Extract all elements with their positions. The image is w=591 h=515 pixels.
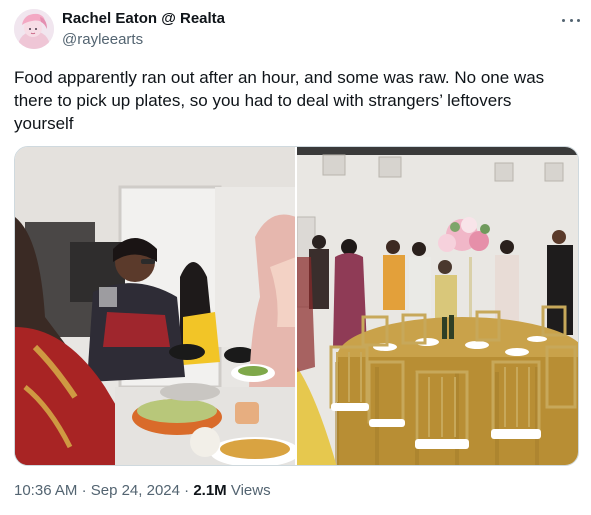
banquet-hall-photo	[297, 147, 578, 465]
media-grid	[14, 146, 579, 466]
more-options-icon[interactable]	[560, 12, 582, 28]
display-name[interactable]: Rachel Eaton @ Realta	[62, 10, 225, 27]
tweet-date: Sep 24, 2024	[90, 482, 180, 499]
avatar-illustration-icon	[14, 9, 54, 49]
meta-separator: ·	[184, 482, 190, 499]
views-count: 2.1M	[193, 482, 227, 499]
meta-separator: ·	[81, 482, 87, 499]
user-handle[interactable]: @rayleearts	[62, 31, 143, 48]
buffet-photo	[15, 147, 295, 465]
tweet: Rachel Eaton @ Realta @rayleearts Food a…	[0, 0, 591, 515]
tweet-text: Food apparently ran out after an hour, a…	[14, 68, 545, 133]
avatar[interactable]	[14, 9, 54, 49]
views-label: Views	[230, 482, 271, 499]
photo-banquet-hall[interactable]	[297, 147, 578, 465]
timestamp-link[interactable]: 10:36 AM · Sep 24, 2024	[14, 482, 180, 499]
photo-buffet[interactable]	[15, 147, 295, 465]
tweet-time: 10:36 AM	[14, 482, 78, 499]
tweet-meta: 10:36 AM · Sep 24, 2024 · 2.1M Views	[14, 482, 271, 499]
